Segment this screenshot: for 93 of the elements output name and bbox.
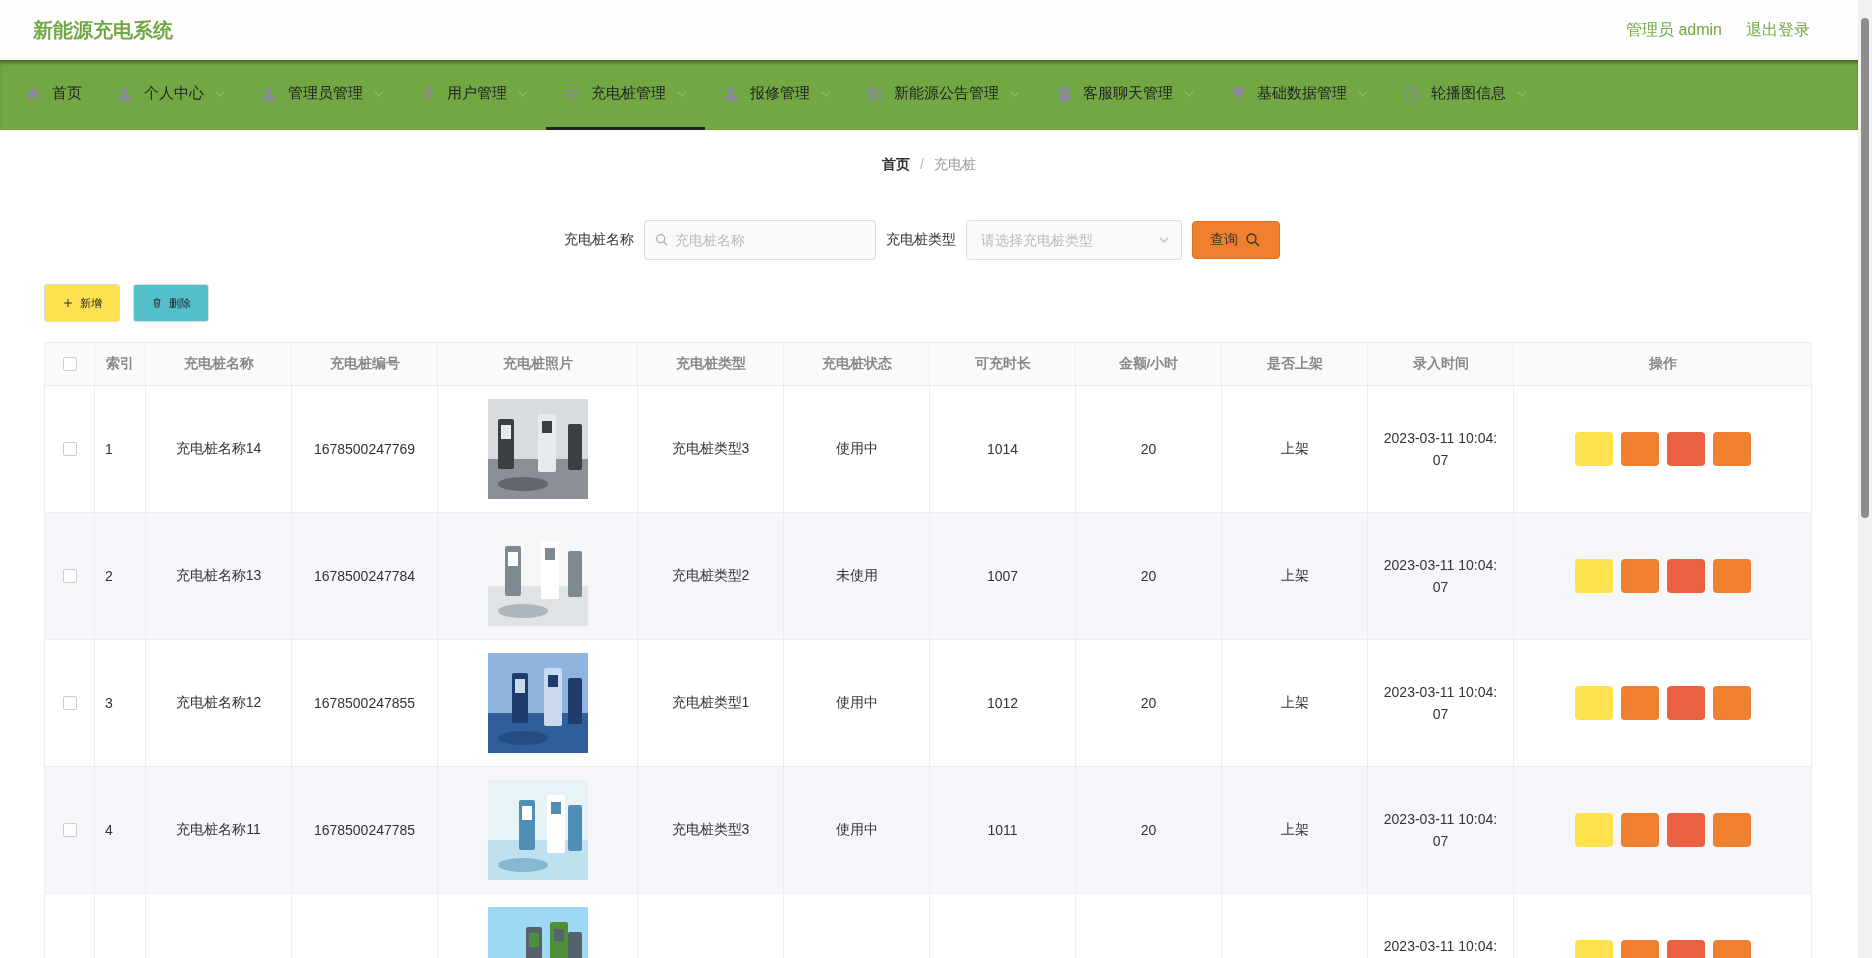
station-number: 1678500247785 [313, 822, 416, 838]
column-header: 充电桩照片 [502, 355, 573, 373]
hourly-price: 20 [1140, 441, 1157, 457]
query-button[interactable]: 查询 [1192, 221, 1280, 259]
nav-tab[interactable]: 充电桩管理 [546, 60, 705, 130]
station-type: 充电桩类型3 [671, 821, 750, 839]
listing-status: 上架 [1280, 821, 1309, 839]
listing-status: 上架 [1280, 567, 1309, 585]
column-header: 可充时长 [974, 355, 1031, 373]
column-header: 金额/小时 [1118, 355, 1179, 373]
trash-icon [151, 297, 163, 309]
column-header: 充电桩类型 [675, 355, 746, 373]
action-button[interactable] [1620, 432, 1659, 466]
column-header: 操作 [1648, 355, 1677, 373]
nav-tab[interactable]: 首页 [24, 60, 99, 130]
hourly-price: 20 [1140, 695, 1157, 711]
row-checkbox[interactable] [62, 696, 77, 710]
entry-time: 2023-03-11 10:04:07 [1382, 683, 1499, 724]
nav-tab[interactable]: 基础数据管理 [1212, 60, 1386, 130]
nav-tab[interactable]: 用户管理 [402, 60, 546, 130]
nav-tab[interactable]: 个人中心 [99, 60, 243, 130]
action-button[interactable] [1712, 686, 1751, 720]
column-header: 充电桩名称 [183, 355, 254, 373]
row-checkbox[interactable] [62, 442, 77, 456]
station-name: 充电桩名称14 [175, 440, 262, 458]
entry-time: 2023-03-11 10:04:07 [1382, 810, 1499, 851]
logout-link[interactable]: 退出登录 [1746, 19, 1810, 41]
nav-tab[interactable]: 轮播图信息 [1386, 60, 1545, 130]
station-status: 使用中 [835, 694, 878, 712]
row-index: 1 [105, 441, 113, 457]
column-header: 充电桩编号 [329, 355, 400, 373]
station-type: 充电桩类型3 [671, 440, 750, 458]
nav-tab[interactable]: 管理员管理 [243, 60, 402, 130]
station-number: 1678500247855 [313, 695, 416, 711]
column-header: 充电桩状态 [821, 355, 892, 373]
station-number: 1678500247784 [313, 568, 416, 584]
column-header: 是否上架 [1266, 355, 1323, 373]
station-status: 使用中 [835, 440, 878, 458]
breadcrumb-separator: / [920, 156, 924, 174]
charge-duration: 1011 [987, 822, 1018, 838]
station-type: 充电桩类型1 [671, 694, 750, 712]
plus-icon [62, 297, 74, 309]
breadcrumb-item: 充电桩 [933, 156, 976, 174]
action-button[interactable] [1666, 686, 1705, 720]
hourly-price: 20 [1140, 822, 1157, 838]
action-button[interactable] [1666, 432, 1705, 466]
nav-tab[interactable]: 客服聊天管理 [1038, 60, 1212, 130]
nav-tab[interactable]: 新能源公告管理 [849, 60, 1038, 130]
station-status: 使用中 [835, 821, 878, 839]
add-button[interactable]: 新增 [44, 284, 120, 322]
field-label: 充电桩名称 [564, 231, 634, 249]
action-button[interactable] [1666, 559, 1705, 593]
scrollbar[interactable] [1858, 0, 1872, 958]
listing-status: 上架 [1280, 440, 1309, 458]
column-header: 索引 [106, 355, 134, 373]
station-name: 充电桩名称13 [175, 567, 262, 585]
action-button[interactable] [1620, 813, 1659, 847]
entry-time: 2023-03-11 10:04: [1382, 937, 1499, 956]
charge-duration: 1007 [986, 568, 1019, 584]
action-button[interactable] [1620, 559, 1659, 593]
listing-status: 上架 [1280, 694, 1309, 712]
action-button[interactable] [1620, 686, 1659, 720]
station-number: 1678500247769 [313, 441, 416, 457]
station-type: 充电桩类型2 [671, 567, 750, 585]
select-all-checkbox[interactable] [62, 357, 77, 371]
entry-time: 2023-03-11 10:04:07 [1382, 429, 1499, 470]
search-field[interactable]: 充电桩名称 [644, 220, 876, 260]
row-index: 4 [105, 822, 113, 838]
clock-icon [1403, 84, 1421, 103]
station-status: 未使用 [835, 567, 878, 585]
station-name: 充电桩名称12 [175, 694, 262, 712]
entry-time: 2023-03-11 10:04:07 [1382, 556, 1499, 597]
action-button[interactable] [1666, 813, 1705, 847]
hourly-price: 20 [1140, 568, 1157, 584]
row-checkbox[interactable] [62, 569, 77, 583]
search-icon [654, 232, 670, 248]
charge-duration: 1014 [986, 441, 1019, 457]
row-index: 2 [105, 568, 113, 584]
breadcrumb-item[interactable]: 首页 [882, 156, 911, 174]
app-title: 新能源充电系统 [33, 17, 173, 43]
field-label: 充电桩类型 [886, 231, 956, 249]
station-name: 充电桩名称11 [176, 821, 261, 839]
delete-button[interactable]: 删除 [133, 284, 209, 322]
column-header: 录入时间 [1412, 355, 1469, 373]
action-button[interactable] [1712, 432, 1751, 466]
type-dropdown[interactable]: 请选择充电桩类型 [966, 220, 1182, 260]
charge-duration: 1012 [986, 695, 1019, 711]
search-icon [1244, 231, 1262, 249]
action-button[interactable] [1712, 813, 1751, 847]
row-index: 3 [105, 695, 113, 711]
nav-tab[interactable]: 报修管理 [705, 60, 849, 130]
action-button[interactable] [1712, 559, 1751, 593]
row-checkbox[interactable] [62, 823, 77, 837]
